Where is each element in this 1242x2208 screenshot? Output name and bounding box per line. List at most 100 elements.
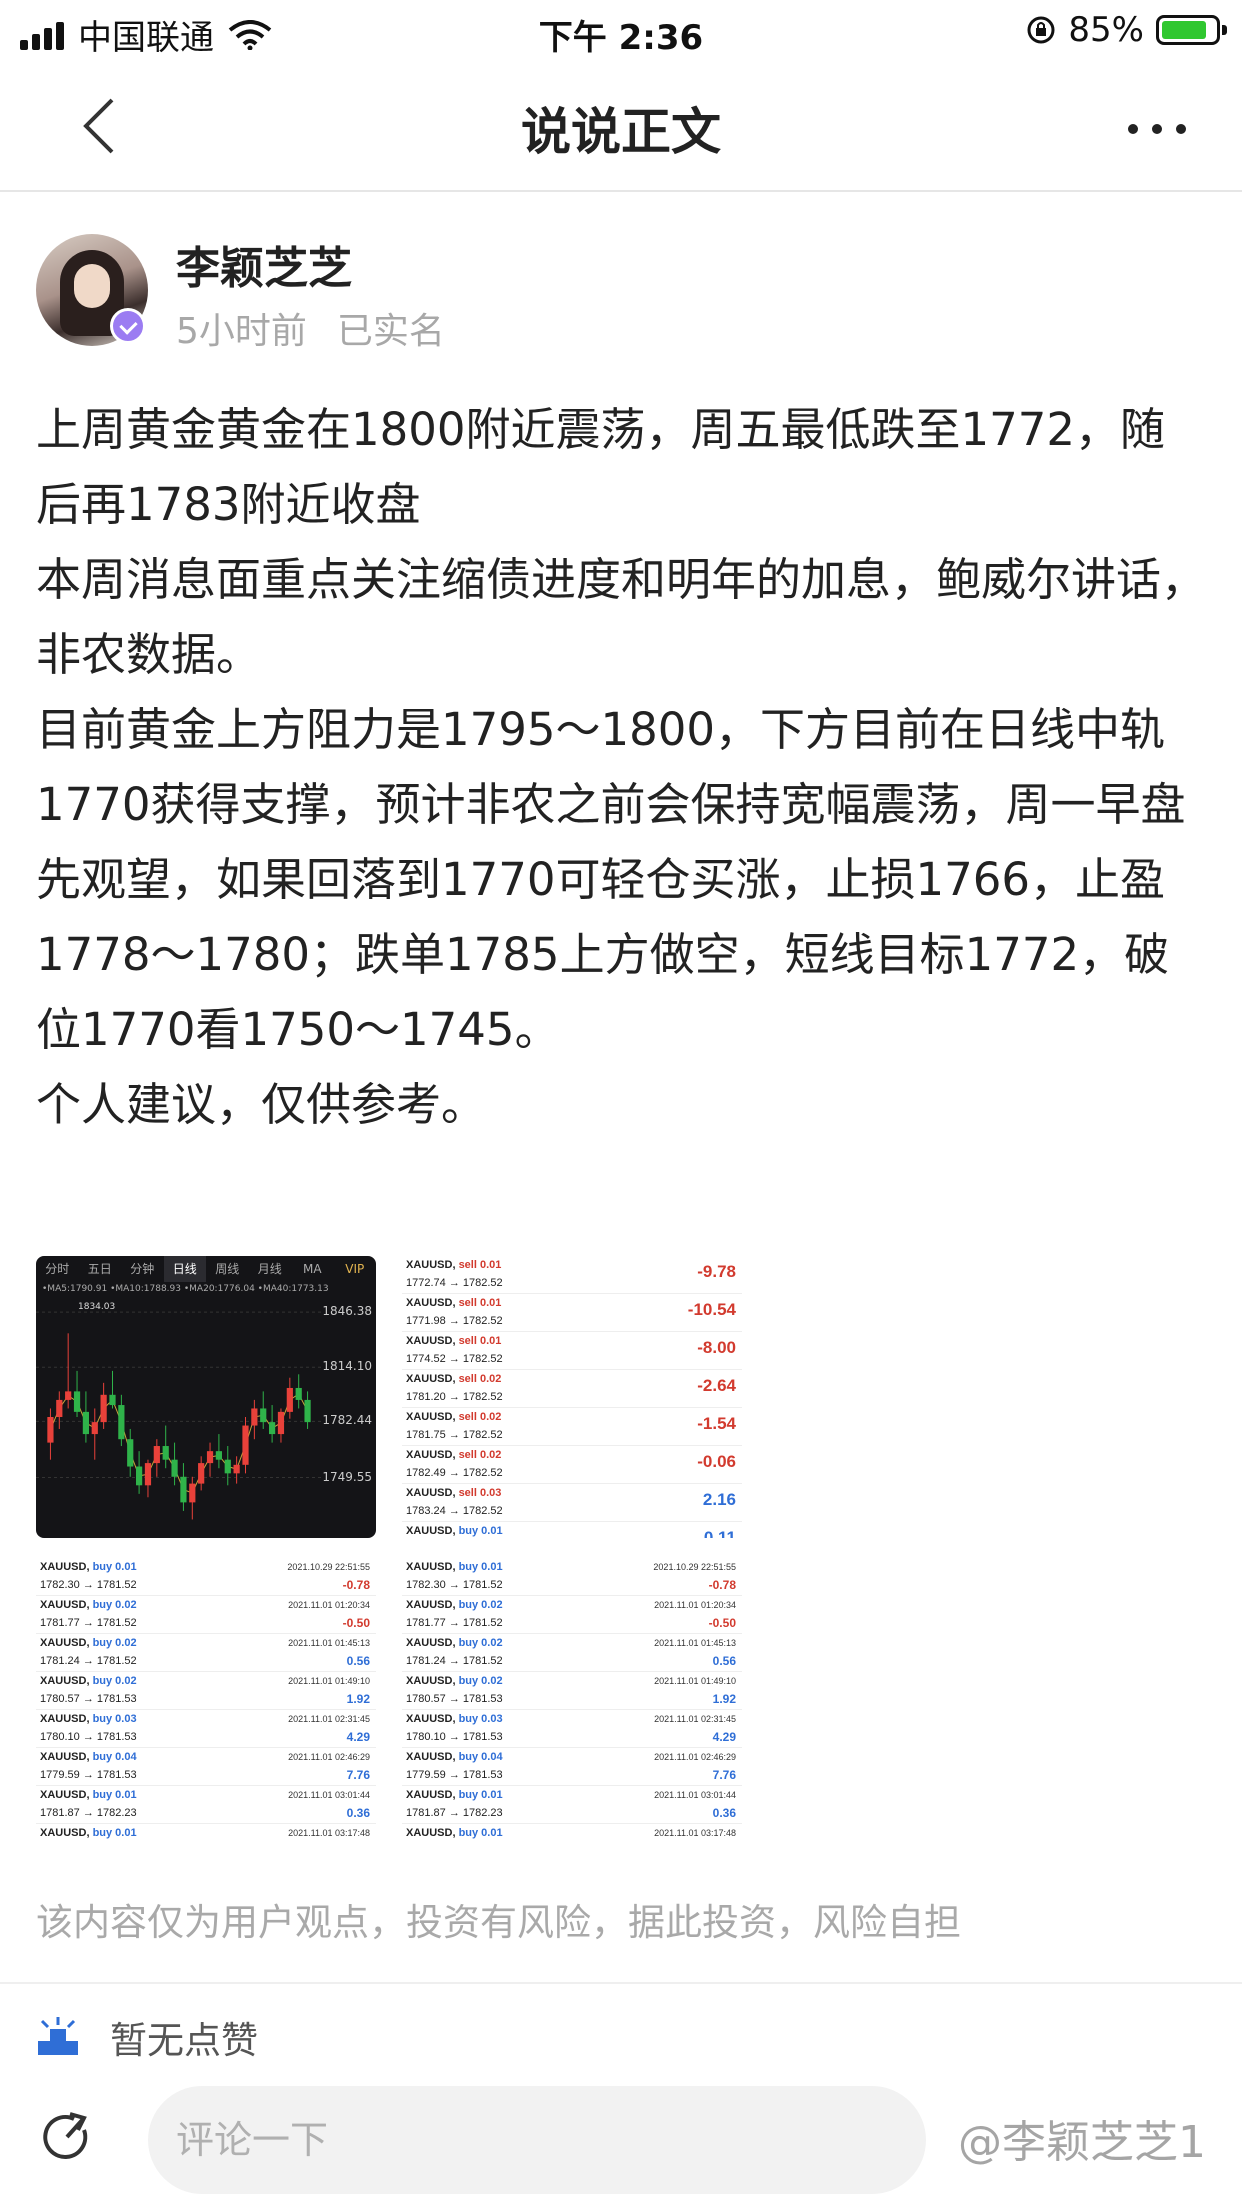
like-icon[interactable] <box>36 2015 80 2059</box>
post-paragraph: 个人建议，仅供参考。 <box>36 1078 487 1131</box>
candle-body <box>295 1387 302 1400</box>
candle-body <box>47 1417 54 1443</box>
share-icon[interactable] <box>40 2110 94 2164</box>
candle-body <box>180 1476 187 1503</box>
candle-body <box>100 1394 107 1423</box>
chart-tab: 分钟 <box>130 1262 155 1276</box>
candle-body <box>153 1446 160 1464</box>
candle-body <box>82 1411 90 1435</box>
candle-body <box>286 1387 293 1412</box>
trade-symbol: XAUUSD, buy 0.01 <box>406 1827 503 1839</box>
trade-prices: 1782.49 → 1782.52 <box>406 1467 503 1479</box>
post-image-buy-trades-b[interactable]: XAUUSD, buy 0.01 2021.10.29 22:51:55 1782.… <box>402 1558 742 1854</box>
candle-body <box>260 1408 267 1423</box>
trade-symbol: XAUUSD, buy 0.03 <box>406 1713 503 1725</box>
trade-prices: 1779.59 → 1781.53 <box>40 1769 137 1781</box>
more-icon[interactable] <box>1128 124 1186 134</box>
trade-time: 2021.11.01 01:49:10 <box>654 1676 736 1686</box>
trade-side: buy 0.01 <box>92 1827 137 1839</box>
trade-symbol: XAUUSD, buy 0.02 <box>406 1637 503 1649</box>
post-paragraph: 上周黄金黄金在1800附近震荡，周五最低跌至1772，随后再1783附近收盘 <box>36 403 1166 531</box>
trade-row: XAUUSD, buy 0.02 2021.11.01 01:20:34 1781.… <box>402 1596 742 1634</box>
trade-prices: 1779.59 → 1781.53 <box>406 1769 503 1781</box>
trade-row: XAUUSD, buy 0.04 2021.11.01 02:46:29 1779.… <box>402 1748 742 1786</box>
status-right: 85% <box>1026 10 1227 50</box>
trade-side: buy 0.02 <box>458 1599 503 1611</box>
trade-profit: 0.56 <box>346 1654 370 1668</box>
trade-prices: 1781.75 → 1782.52 <box>406 1429 503 1441</box>
trade-symbol: XAUUSD, sell 0.02 <box>406 1373 502 1385</box>
trade-profit: 4.29 <box>712 1730 736 1744</box>
candle-body <box>215 1451 223 1460</box>
trade-profit: -10.54 <box>687 1300 736 1319</box>
trade-side: buy 0.01 <box>458 1827 503 1839</box>
candle-body <box>135 1466 143 1486</box>
post-content: 上周黄金黄金在1800附近震荡，周五最低跌至1772，随后再1783附近收盘 本… <box>36 392 1206 1142</box>
candle-body <box>56 1399 63 1417</box>
trade-symbol: XAUUSD, buy 0.02 <box>40 1599 137 1611</box>
trade-symbol: XAUUSD, sell 0.01 <box>406 1297 502 1309</box>
trade-side: buy 0.01 <box>458 1525 503 1537</box>
trade-time: 2021.11.01 02:31:45 <box>654 1714 736 1724</box>
trade-symbol: XAUUSD, buy 0.02 <box>406 1599 503 1611</box>
candle-body <box>65 1391 72 1400</box>
trade-side: sell 0.02 <box>458 1449 502 1461</box>
trade-time: 2021.11.01 03:17:48 <box>654 1828 736 1838</box>
chart-ma-legend: •MA5:1790.91 •MA10:1788.93 •MA20:1776.04… <box>42 1284 329 1294</box>
trade-symbol: XAUUSD, sell 0.01 <box>406 1259 502 1271</box>
candle-body <box>224 1459 231 1474</box>
trade-prices: 1781.87 → 1782.23 <box>40 1807 137 1819</box>
candle-body <box>91 1422 98 1435</box>
trade-time: 2021.11.01 01:20:34 <box>654 1600 736 1610</box>
candle-body <box>118 1405 125 1440</box>
comment-input[interactable] <box>148 2086 926 2194</box>
likes-row: 暂无点赞 <box>36 2010 258 2064</box>
candle-body <box>242 1425 249 1465</box>
trade-prices: 1781.20 → 1782.52 <box>406 1391 503 1403</box>
trade-side: sell 0.01 <box>458 1259 502 1271</box>
trade-side: buy 0.02 <box>458 1637 503 1649</box>
trade-side: buy 0.02 <box>92 1675 137 1687</box>
candle-body <box>304 1399 311 1423</box>
trade-row: XAUUSD, sell 0.01 1772.74 → 1782.52 -9.78 <box>402 1256 742 1294</box>
trade-time: 2021.11.01 03:01:44 <box>288 1790 370 1800</box>
candle-body <box>198 1463 205 1484</box>
trade-prices: 1783.24 → 1782.52 <box>406 1505 503 1517</box>
trade-side: buy 0.01 <box>458 1789 503 1801</box>
trade-profit: 1.92 <box>712 1692 736 1706</box>
trade-symbol: XAUUSD, sell 0.01 <box>406 1335 502 1347</box>
candle-body <box>171 1459 178 1477</box>
trade-profit: -9.78 <box>697 1262 736 1281</box>
trade-time: 2021.11.01 02:46:29 <box>288 1752 370 1762</box>
trade-symbol: XAUUSD, buy 0.01 <box>40 1561 137 1573</box>
trade-row: XAUUSD, buy 0.02 2021.11.01 01:49:10 1780.… <box>402 1672 742 1710</box>
trade-prices: 1781.77 → 1781.52 <box>40 1617 137 1629</box>
candle-body <box>277 1411 285 1435</box>
trade-side: buy 0.01 <box>92 1789 137 1801</box>
bottom-bar: @李颖芝芝1 <box>0 2080 1242 2208</box>
post-image-chart[interactable]: 分时 五日 分钟 日线 周线 月线 MA VIP •MA5:1790.91 •M… <box>36 1256 376 1538</box>
trade-row: XAUUSD, buy 0.02 2021.11.01 01:49:10 1780.… <box>36 1672 376 1710</box>
trade-prices: 1780.10 → 1781.53 <box>406 1731 503 1743</box>
trade-profit: -0.78 <box>708 1578 736 1592</box>
trade-profit: -0.50 <box>708 1616 736 1630</box>
candle-body <box>73 1391 81 1412</box>
candle-body <box>268 1422 276 1435</box>
trade-profit: 2.16 <box>702 1490 736 1509</box>
y-tick-label: 1749.55 <box>322 1469 372 1484</box>
trade-profit: -1.54 <box>697 1414 736 1433</box>
trade-row: XAUUSD, sell 0.01 1774.52 → 1782.52 -8.00 <box>402 1332 742 1370</box>
chart-high-label: 1834.03 <box>78 1302 116 1312</box>
post-image-sell-trades[interactable]: XAUUSD, sell 0.01 1772.74 → 1782.52 -9.78 X… <box>402 1256 742 1538</box>
author-name[interactable]: 李颖芝芝 <box>176 232 352 296</box>
post-image-buy-trades-a[interactable]: XAUUSD, buy 0.01 2021.10.29 22:51:55 1782.… <box>36 1558 376 1854</box>
battery-icon <box>1156 15 1227 45</box>
trade-row: XAUUSD, sell 0.01 1771.98 → 1782.52 -10.54 <box>402 1294 742 1332</box>
trade-time: 2021.11.01 03:17:48 <box>288 1828 370 1838</box>
trade-symbol: XAUUSD, buy 0.02 <box>40 1675 137 1687</box>
trade-row: XAUUSD, buy 0.02 2021.11.01 01:45:13 1781.… <box>36 1634 376 1672</box>
candle-body <box>162 1446 169 1460</box>
trade-row: XAUUSD, sell 0.02 1781.75 → 1782.52 -1.54 <box>402 1408 742 1446</box>
trade-prices: 1782.30 → 1781.52 <box>406 1579 503 1591</box>
candle-body <box>144 1463 152 1486</box>
